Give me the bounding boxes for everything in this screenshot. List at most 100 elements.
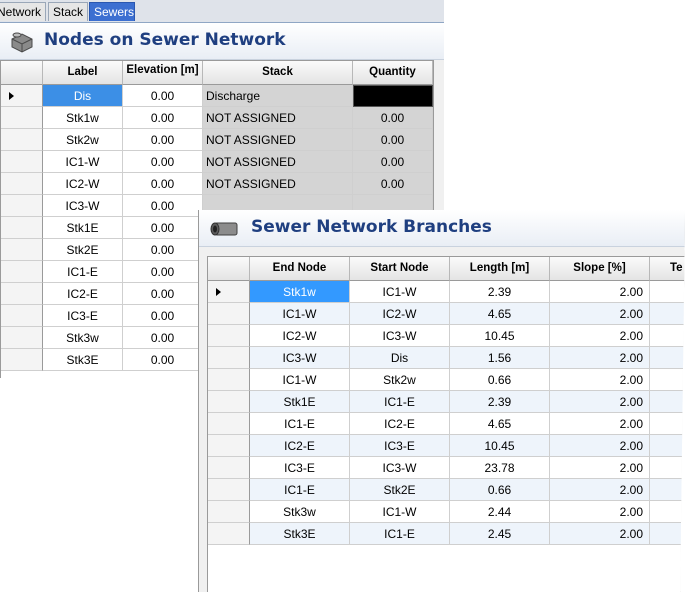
branch-length-cell[interactable]: 4.65 [450,413,550,435]
row-header[interactable] [208,457,250,479]
branch-slope-cell[interactable]: 2.00 [550,413,650,435]
row-header[interactable] [1,349,43,371]
row-header[interactable] [1,195,43,217]
branch-slope-cell[interactable]: 2.00 [550,391,650,413]
branch-end-node-cell[interactable]: IC1-W [250,303,350,325]
branch-start-node-cell[interactable]: Stk2w [350,369,450,391]
column-header-start-node[interactable]: Start Node [350,257,450,281]
branch-end-node-cell[interactable]: IC2-W [250,325,350,347]
node-label-cell[interactable]: IC1-E [43,261,123,283]
node-label-cell[interactable]: IC3-W [43,195,123,217]
column-header-label[interactable]: Label [43,61,123,85]
node-stack-cell[interactable]: NOT ASSIGNED [203,129,353,151]
branch-start-node-cell[interactable]: IC2-W [350,303,450,325]
tab-network[interactable]: Network [0,2,46,21]
node-stack-cell[interactable]: Discharge [203,85,353,107]
branch-slope-cell[interactable]: 2.00 [550,369,650,391]
branch-te-cell[interactable] [650,303,685,325]
column-header-end-node[interactable]: End Node [250,257,350,281]
row-header[interactable] [1,217,43,239]
branch-end-node-cell[interactable]: Stk1E [250,391,350,413]
branch-slope-cell[interactable]: 2.00 [550,523,650,545]
branch-end-node-cell[interactable]: Stk3E [250,523,350,545]
node-elevation-cell[interactable]: 0.00 [123,85,203,107]
node-quantity-cell[interactable]: 0.00 [353,129,433,151]
branch-end-node-cell[interactable]: IC1-E [250,479,350,501]
column-header-quantity[interactable]: Quantity [353,61,433,85]
branch-length-cell[interactable]: 23.78 [450,457,550,479]
branch-start-node-cell[interactable]: IC1-W [350,501,450,523]
node-elevation-cell[interactable]: 0.00 [123,283,203,305]
branch-te-cell[interactable] [650,391,685,413]
node-label-cell[interactable]: Stk3E [43,349,123,371]
branch-start-node-cell[interactable]: IC1-E [350,523,450,545]
branch-slope-cell[interactable]: 2.00 [550,303,650,325]
tab-stack[interactable]: Stack [48,2,88,21]
branch-length-cell[interactable]: 10.45 [450,325,550,347]
branch-length-cell[interactable]: 0.66 [450,369,550,391]
branch-slope-cell[interactable]: 2.00 [550,457,650,479]
node-elevation-cell[interactable]: 0.00 [123,327,203,349]
branch-te-cell[interactable] [650,281,685,303]
branch-start-node-cell[interactable]: IC1-W [350,281,450,303]
column-header-elevation[interactable]: Elevation [m] [123,61,203,85]
node-quantity-cell[interactable] [353,85,433,107]
node-label-cell[interactable]: IC3-E [43,305,123,327]
row-header[interactable] [208,479,250,501]
node-quantity-cell[interactable]: 0.00 [353,107,433,129]
branch-length-cell[interactable]: 2.45 [450,523,550,545]
row-header[interactable] [1,239,43,261]
column-header-slope[interactable]: Slope [%] [550,257,650,281]
branch-slope-cell[interactable]: 2.00 [550,325,650,347]
branch-start-node-cell[interactable]: IC1-E [350,391,450,413]
column-header-stack[interactable]: Stack [203,61,353,85]
node-elevation-cell[interactable]: 0.00 [123,195,203,217]
branch-end-node-cell[interactable]: Stk1w [250,281,350,303]
row-header[interactable] [1,327,43,349]
node-label-cell[interactable]: Stk1w [43,107,123,129]
node-elevation-cell[interactable]: 0.00 [123,151,203,173]
row-header[interactable] [208,281,250,303]
node-label-cell[interactable]: Stk2E [43,239,123,261]
branch-te-cell[interactable] [650,347,685,369]
node-label-cell[interactable]: Stk2w [43,129,123,151]
branch-start-node-cell[interactable]: IC3-W [350,325,450,347]
row-header[interactable] [208,501,250,523]
row-header[interactable] [208,369,250,391]
row-header[interactable] [1,107,43,129]
node-quantity-cell[interactable]: 0.00 [353,151,433,173]
node-elevation-cell[interactable]: 0.00 [123,349,203,371]
row-header[interactable] [1,173,43,195]
branch-start-node-cell[interactable]: Stk2E [350,479,450,501]
branch-slope-cell[interactable]: 2.00 [550,435,650,457]
branch-length-cell[interactable]: 0.66 [450,479,550,501]
branch-end-node-cell[interactable]: IC3-E [250,457,350,479]
row-header[interactable] [1,151,43,173]
branch-length-cell[interactable]: 4.65 [450,303,550,325]
node-label-cell[interactable]: IC2-W [43,173,123,195]
branch-end-node-cell[interactable]: IC1-W [250,369,350,391]
branch-te-cell[interactable] [650,523,685,545]
row-header[interactable] [1,261,43,283]
tab-sewers[interactable]: Sewers [89,2,135,21]
row-header[interactable] [208,523,250,545]
branch-end-node-cell[interactable]: Stk3w [250,501,350,523]
branch-start-node-cell[interactable]: Dis [350,347,450,369]
row-header[interactable] [1,85,43,107]
branch-start-node-cell[interactable]: IC3-W [350,457,450,479]
branch-length-cell[interactable]: 2.44 [450,501,550,523]
row-header[interactable] [208,325,250,347]
node-elevation-cell[interactable]: 0.00 [123,107,203,129]
branch-end-node-cell[interactable]: IC2-E [250,435,350,457]
node-label-cell[interactable]: Dis [43,85,123,107]
node-elevation-cell[interactable]: 0.00 [123,217,203,239]
node-elevation-cell[interactable]: 0.00 [123,305,203,327]
node-elevation-cell[interactable]: 0.00 [123,261,203,283]
branch-length-cell[interactable]: 1.56 [450,347,550,369]
node-stack-cell[interactable]: NOT ASSIGNED [203,151,353,173]
node-quantity-cell[interactable]: 0.00 [353,173,433,195]
node-elevation-cell[interactable]: 0.00 [123,239,203,261]
branch-te-cell[interactable] [650,479,685,501]
branch-te-cell[interactable] [650,435,685,457]
branch-te-cell[interactable] [650,501,685,523]
